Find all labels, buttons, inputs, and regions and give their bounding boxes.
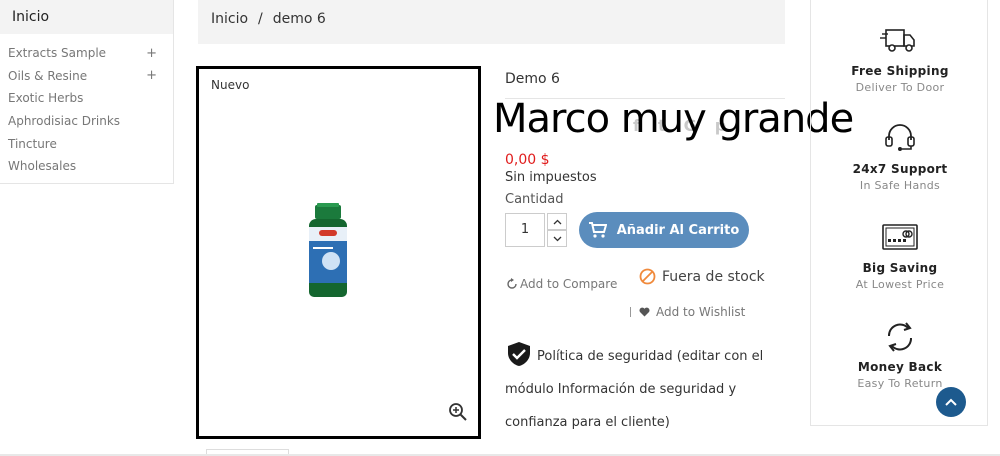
service-title: 24x7 Support [852,162,948,176]
compare-label: Add to Compare [520,277,618,291]
sidebar-item-label: Tincture [8,136,57,151]
product-image-frame: Nuevo [196,66,481,439]
sidebar-item-tincture[interactable]: Tincture [0,132,173,155]
sidebar-item-label: Wholesales [8,159,77,174]
expand-icon[interactable]: + [146,68,157,83]
sidebar-item-extracts-sample[interactable]: Extracts Sample + [0,42,173,65]
cash-icon [882,224,918,250]
product-price: 0,00 $ [505,152,550,168]
expand-icon[interactable]: + [146,46,157,61]
breadcrumb: Inicio / demo 6 [198,0,785,44]
delivery-truck-icon [880,29,915,52]
breadcrumb-separator: / [258,11,263,27]
service-subtitle: In Safe Hands [859,179,941,192]
service-subtitle: Deliver To Door [855,81,945,94]
sidebar-item-label: Oils & Resine [8,68,88,83]
stock-status: Fuera de stock [639,268,765,285]
scroll-to-top-button[interactable] [936,387,966,417]
tax-note: Sin impuestos [505,170,597,185]
sidebar-item-aphrodisiac-drinks[interactable]: Aphrodisiac Drinks [0,110,173,133]
breadcrumb-home-link[interactable]: Inicio [211,11,248,27]
quantity-increase-button[interactable] [547,213,567,230]
wishlist-label: Add to Wishlist [656,305,746,319]
zoom-icon[interactable] [448,402,468,422]
service-title: Free Shipping [851,64,949,78]
cart-icon [588,222,607,238]
sidebar-item-wholesales[interactable]: Wholesales [0,155,173,178]
add-to-cart-button[interactable]: Añadir Al Carrito [579,212,749,248]
service-title: Money Back [857,360,943,374]
block-icon [639,268,656,285]
add-to-cart-label: Añadir Al Carrito [616,222,740,238]
category-sidebar: Inicio Extracts Sample + Oils & Resine + E… [0,0,174,184]
breadcrumb-current: demo 6 [272,11,326,27]
heart-icon [639,307,650,317]
sidebar-item-label: Extracts Sample [8,46,107,61]
refresh-icon [507,278,517,289]
stock-label: Fuera de stock [662,268,765,285]
chevron-down-icon [553,236,561,241]
product-title: Demo 6 [505,71,560,87]
service-subtitle: At Lowest Price [855,278,945,291]
services-panel: Free Shipping Deliver To Door 24x7 Suppo… [810,0,988,426]
new-badge: Nuevo [211,78,250,92]
sidebar-title[interactable]: Inicio [0,0,173,34]
service-support: 24x7 Support In Safe Hands [811,122,989,192]
add-to-wishlist-link[interactable]: Add to Wishlist [639,305,745,319]
security-policy: Política de seguridad (editar con el mód… [505,340,785,439]
refresh-icon [887,322,913,352]
category-list: Extracts Sample + Oils & Resine + Exotic H… [0,34,173,178]
quantity-label: Cantidad [505,192,564,207]
service-free-shipping: Free Shipping Deliver To Door [811,24,989,94]
quantity-decrease-button[interactable] [547,230,567,247]
product-image[interactable] [299,199,379,309]
chevron-up-icon [553,219,561,224]
sidebar-item-exotic-herbs[interactable]: Exotic Herbs [0,87,173,110]
service-title: Big Saving [862,261,938,275]
service-money-back: Money Back Easy To Return [811,320,989,390]
service-subtitle: Easy To Return [857,377,943,390]
headset-icon [885,124,915,151]
add-to-compare-link[interactable]: Add to Compare [506,277,617,291]
wishlist-divider [630,307,631,317]
chevron-up-icon [945,398,957,406]
sidebar-item-label: Aphrodisiac Drinks [8,114,121,129]
sidebar-item-label: Exotic Herbs [8,91,84,106]
security-policy-text: Política de seguridad (editar con el mód… [505,349,764,430]
service-big-saving: Big Saving At Lowest Price [811,221,989,291]
sidebar-item-oils-resine[interactable]: Oils & Resine + [0,65,173,88]
quantity-input[interactable]: 1 [505,213,545,247]
overlay-text: Marco muy grande [493,96,854,142]
